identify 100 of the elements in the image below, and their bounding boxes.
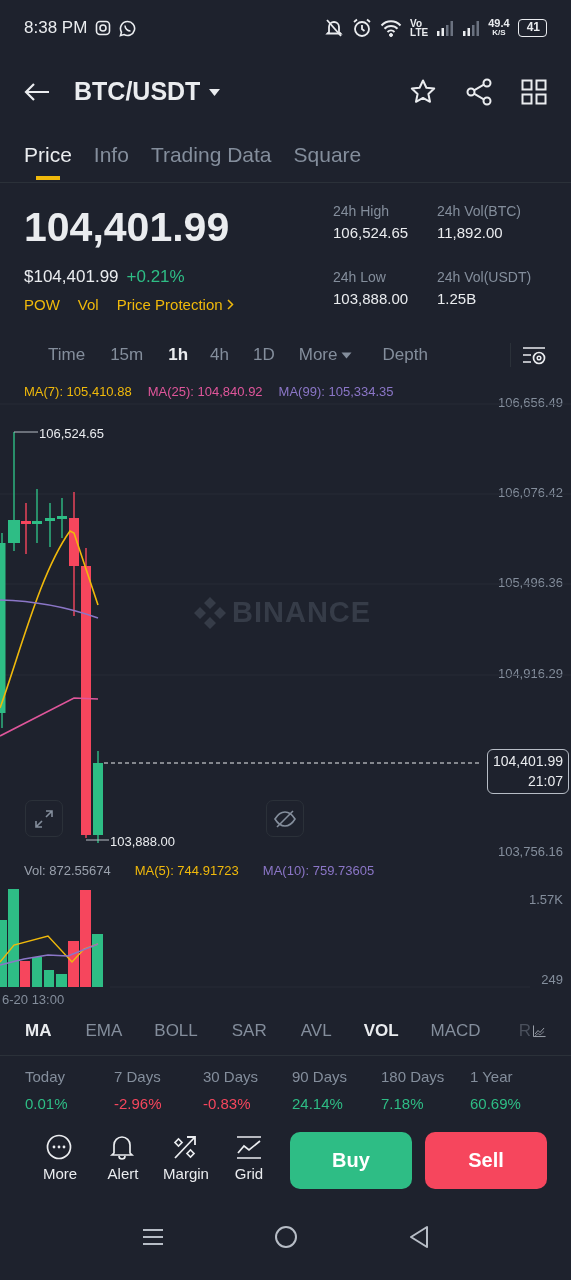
period-label: 180 Days [381, 1067, 446, 1087]
battery-indicator: 41 [517, 19, 547, 37]
action-button[interactable]: Margin [156, 1134, 216, 1186]
indicator-reading: MA(25): 104,840.92 [147, 383, 263, 402]
stat-value: 103,888.00 [333, 289, 410, 309]
stat-value: 11,892.00 [437, 223, 504, 243]
price-protection-link[interactable]: Price Protection [116, 293, 234, 316]
action-button[interactable]: More [30, 1134, 90, 1186]
speed-unit: K/S [492, 29, 506, 37]
stat-label: 24h Low [333, 268, 387, 287]
period-change: 7.18% [381, 1093, 425, 1114]
axis-label: 106,076.42 [497, 484, 563, 502]
axis-label: 103,756.16 [497, 843, 563, 861]
action-button[interactable]: Alert [93, 1134, 153, 1186]
period-change: -0.83% [203, 1093, 252, 1114]
indicator-tab[interactable]: MA [25, 1017, 52, 1044]
chat-app-icon [119, 19, 137, 37]
caret-icon [208, 87, 222, 97]
home-circle-icon[interactable] [273, 1225, 298, 1249]
indicator-reading: MA(10): 759.73605 [262, 862, 375, 881]
period-label: 90 Days [292, 1067, 349, 1087]
period-label: 30 Days [203, 1067, 260, 1087]
signal-icon [462, 19, 481, 37]
interval-tab[interactable]: Time [48, 342, 86, 368]
axis-label: 106,656.49 [497, 394, 563, 412]
leader-line [85, 839, 110, 841]
expand-icon [34, 808, 54, 829]
indicator-tab[interactable]: EMA [85, 1017, 123, 1044]
indicator-tab[interactable]: BOLL [154, 1017, 198, 1044]
page-tab[interactable]: Info [93, 128, 129, 182]
page-tab[interactable]: Square [293, 128, 362, 182]
grid-menu-icon[interactable] [521, 79, 547, 105]
stat-value: 1.25B [437, 289, 478, 309]
caret-icon [341, 351, 353, 359]
page-tab[interactable]: Price [24, 128, 72, 182]
more-icon [46, 1134, 74, 1162]
period-change: 0.01% [25, 1093, 69, 1114]
buy-button[interactable]: Buy [290, 1131, 412, 1189]
interval-tab[interactable]: 1D [253, 342, 275, 368]
indicator-tab[interactable]: VOL [363, 1017, 399, 1044]
interval-dropdown[interactable]: More [298, 342, 353, 368]
fullscreen-button[interactable] [25, 800, 63, 837]
indicator-reading: MA(99): 105,334.35 [278, 383, 394, 402]
stat-label: 24h High [333, 202, 391, 221]
tag-label: Vol [77, 294, 99, 315]
interval-tab[interactable]: 1h [168, 342, 189, 368]
alarm-icon [352, 18, 373, 38]
high-price-label: 106,524.65 [39, 425, 105, 443]
menu-icon[interactable] [141, 1227, 164, 1247]
price-change: +0.21% [126, 266, 185, 288]
tag-label: POW [24, 294, 60, 315]
indicator-reading: MA(7): 105,410.88 [24, 383, 132, 402]
page-tab[interactable]: Trading Data [150, 128, 272, 182]
stat-value: 106,524.65 [333, 223, 410, 243]
indicator-reading: MA(5): 744.91723 [134, 862, 239, 881]
interval-tab[interactable]: 15m [110, 342, 144, 368]
leader-line [13, 431, 39, 433]
current-price-tag: 104,401.99 21:07 [486, 749, 569, 795]
action-button[interactable]: Grid [219, 1134, 279, 1186]
bell-icon [109, 1134, 137, 1162]
period-label: 7 Days [114, 1067, 162, 1087]
axis-label: 105,496.36 [497, 574, 563, 592]
back-triangle-icon[interactable] [407, 1225, 430, 1249]
share-icon[interactable] [465, 78, 493, 106]
sell-button[interactable]: Sell [425, 1131, 547, 1189]
candlestick [32, 488, 42, 544]
interval-tab[interactable]: Depth [382, 342, 428, 368]
stat-label: 24h Vol(USDT) [437, 268, 533, 287]
period-label: Today [25, 1067, 67, 1087]
network-type-label: Vo [410, 19, 423, 28]
pair-selector[interactable]: BTC/USDT [74, 73, 222, 111]
candlestick [45, 502, 55, 548]
network-type-label: LTE [410, 28, 429, 37]
period-change: 24.14% [292, 1093, 344, 1114]
period-label: 1 Year [470, 1067, 514, 1087]
usd-price: $104,401.99 [24, 266, 119, 288]
indicator-tab[interactable]: AVL [300, 1017, 332, 1044]
axis-label: 1.57K [529, 891, 563, 909]
star-icon[interactable] [409, 78, 437, 106]
axis-label: 104,916.29 [497, 665, 563, 683]
back-arrow-icon[interactable] [24, 82, 50, 102]
interval-tab[interactable]: 4h [210, 342, 229, 368]
period-change: -2.96% [114, 1093, 163, 1114]
candlestick [57, 497, 67, 539]
network-speed: 49.4 [488, 19, 510, 30]
camera-app-icon [95, 20, 112, 36]
indicator-reading: Vol: 872.55674 [24, 862, 111, 881]
logo-icon [192, 594, 228, 631]
chevron-right-icon [226, 299, 234, 311]
indicator-tab[interactable]: SAR [231, 1017, 267, 1044]
clock-time: 8:38 PM [24, 17, 88, 40]
muted-bell-icon [324, 18, 345, 38]
hide-button[interactable] [266, 800, 304, 837]
indicator-tab[interactable]: MACD [430, 1017, 481, 1044]
wifi-icon [380, 19, 403, 37]
chart-settings-icon[interactable] [521, 344, 547, 366]
axis-label: 249 [541, 971, 563, 989]
period-change: 60.69% [470, 1093, 522, 1114]
last-price: 104,401.99 [24, 207, 231, 248]
stat-label: 24h Vol(BTC) [437, 202, 523, 221]
